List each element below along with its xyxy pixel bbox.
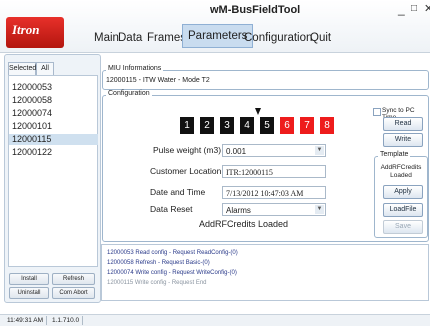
log-line: 12000074 Write config - Request WriteCon… [107,270,237,276]
data-reset-label: Data Reset [150,204,193,214]
device-list: 12000053 12000058 12000074 12000101 1200… [8,75,98,267]
date-time-input[interactable]: 7/13/2012 10:47:03 AM [222,186,326,199]
digit-box: 6 [280,117,294,134]
pulse-weight-select[interactable]: 0.001 ▼ [222,144,326,157]
device-item[interactable]: 12000053 [9,82,98,93]
chevron-down-icon: ▼ [315,146,324,155]
read-button[interactable]: Read [383,117,423,131]
digit-box: 1 [180,117,194,134]
minimize-icon[interactable]: _ [398,2,405,16]
log-line: 12000115 Write config - Request End [107,280,207,286]
customer-location-input[interactable]: ITR:12000115 [222,165,326,178]
chevron-down-icon: ▼ [315,205,324,214]
install-button[interactable]: Install [9,273,49,285]
nav-quit[interactable]: Quit [305,28,336,48]
status-time: 11:49:31 AM [4,316,48,325]
device-item[interactable]: 12000058 [9,95,98,106]
digit-box: 5 [260,117,274,134]
miu-info-legend: MIU Informations [106,65,164,72]
device-item[interactable]: 12000074 [9,108,98,119]
apply-button[interactable]: Apply [383,185,423,199]
tab-all[interactable]: All [36,62,54,76]
write-button[interactable]: Write [383,133,423,147]
data-reset-select[interactable]: Alarms ▼ [222,203,326,216]
loadfile-button[interactable]: LoadFile [383,203,423,217]
config-status-message: AddRFCredits Loaded [199,219,289,229]
status-version: 1.1.710.0 [49,316,84,325]
sync-pc-time-checkbox[interactable] [373,108,381,116]
template-legend: Template [378,151,411,158]
device-item[interactable]: 12000122 [9,147,98,158]
digit-box: 2 [200,117,214,134]
log-line: 12000053 Read config - Request ReadConfi… [107,250,238,256]
itron-logo: Itron [6,17,64,48]
device-item-selected[interactable]: 12000115 [9,134,98,145]
device-item[interactable]: 12000101 [9,121,98,132]
digit-box: 4 [240,117,254,134]
digit-box: 7 [300,117,314,134]
pulse-weight-label: Pulse weight (m3) [153,145,222,155]
save-button[interactable]: Save [383,220,423,234]
digit-box: 8 [320,117,334,134]
customer-location-label: Customer Location [150,166,222,176]
template-status: AddRFCredits Loaded [380,164,422,179]
configuration-legend: Configuration [106,90,152,97]
date-time-label: Date and Time [150,187,206,197]
refresh-button[interactable]: Refresh [52,273,95,285]
digit-pointer-icon [255,108,261,115]
activity-log: 12000053 Read config - Request ReadConfi… [101,244,429,301]
close-icon[interactable]: ✕ [424,2,430,15]
tab-selected[interactable]: Selected [8,62,36,76]
uninstall-button[interactable]: Uninstall [9,287,49,299]
miu-info-text: 12000115 - ITW Water - Mode T2 [106,77,210,84]
digit-box: 3 [220,117,234,134]
maximize-icon[interactable]: □ [411,3,417,14]
app-title: wM-BusFieldTool [210,4,301,16]
com-abort-button[interactable]: Com Abort [52,287,95,299]
log-line: 12000058 Refresh - Request Basic-(0) [107,260,210,266]
